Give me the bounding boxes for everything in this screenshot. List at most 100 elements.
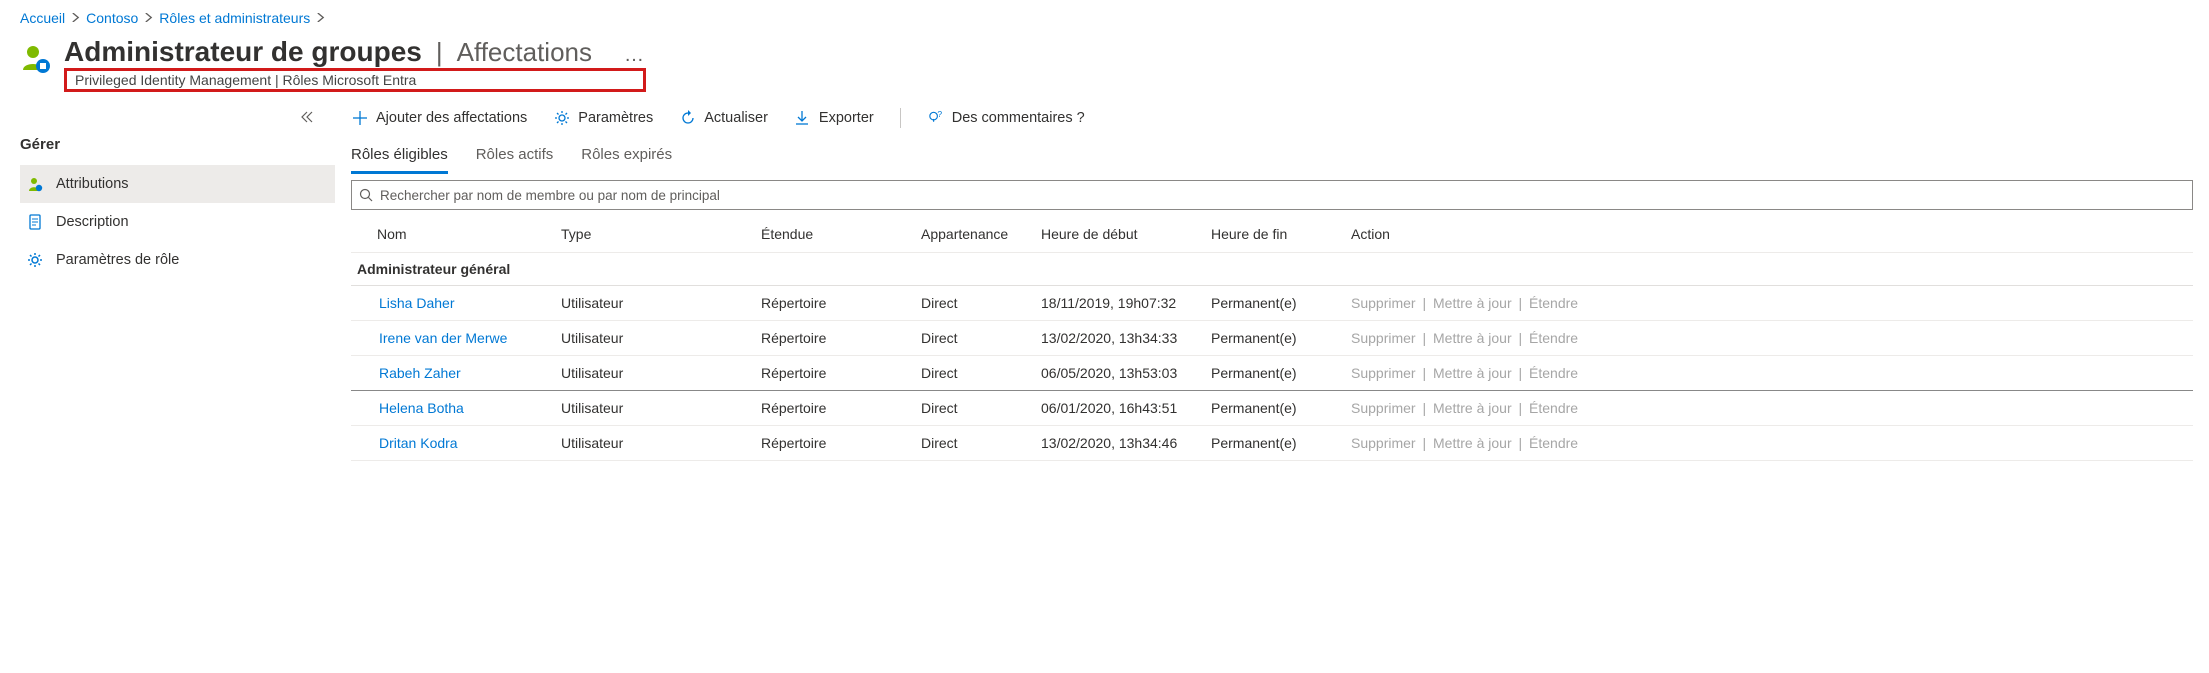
- toolbar-label: Actualiser: [704, 110, 768, 126]
- separator: |: [1512, 435, 1529, 451]
- group-label: Administrateur général: [351, 253, 2193, 286]
- toolbar-label: Paramètres: [578, 110, 653, 126]
- toolbar-label: Des commentaires ?: [952, 110, 1085, 126]
- add-assignments-button[interactable]: Ajouter des affectations: [351, 110, 527, 127]
- separator: |: [1416, 295, 1433, 311]
- cell-start: 18/11/2019, 19h07:32: [1031, 286, 1201, 321]
- cell-type: Utilisateur: [551, 426, 751, 461]
- document-icon: [26, 213, 44, 231]
- toolbar-label: Exporter: [819, 110, 874, 126]
- cell-actions: Supprimer | Mettre à jour | Étendre: [1341, 391, 2193, 426]
- sidebar-item-assignments[interactable]: Attributions: [20, 165, 335, 203]
- member-link[interactable]: Irene van der Merwe: [379, 330, 507, 346]
- page-header: Administrateur de groupes | Affectations…: [0, 32, 2209, 92]
- table-row[interactable]: Lisha Daher UtilisateurRépertoireDirect18…: [351, 286, 2193, 321]
- cell-end: Permanent(e): [1201, 321, 1341, 356]
- action-update[interactable]: Mettre à jour: [1433, 400, 1512, 416]
- column-header-end[interactable]: Heure de fin: [1201, 216, 1341, 253]
- chevron-right-icon: [316, 11, 325, 25]
- cell-scope: Répertoire: [751, 286, 911, 321]
- export-button[interactable]: Exporter: [794, 110, 874, 127]
- table-row[interactable]: Dritan KodraUtilisateurRépertoireDirect1…: [351, 426, 2193, 461]
- cell-membership: Direct: [911, 286, 1031, 321]
- chevron-right-icon: [144, 11, 153, 25]
- gear-icon: [26, 251, 44, 269]
- separator: |: [1512, 330, 1529, 346]
- search-box[interactable]: [351, 180, 2193, 210]
- feedback-button[interactable]: ? Des commentaires ?: [927, 110, 1085, 127]
- column-header-membership[interactable]: Appartenance: [911, 216, 1031, 253]
- tab-strip: Rôles éligibles Rôles actifs Rôles expir…: [351, 140, 2193, 174]
- cell-end: Permanent(e): [1201, 391, 1341, 426]
- column-header-type[interactable]: Type: [551, 216, 751, 253]
- action-update[interactable]: Mettre à jour: [1433, 295, 1512, 311]
- separator: |: [1416, 435, 1433, 451]
- settings-button[interactable]: Paramètres: [553, 110, 653, 127]
- cell-name: Dritan Kodra: [351, 426, 551, 461]
- cell-scope: Répertoire: [751, 391, 911, 426]
- column-header-action[interactable]: Action: [1341, 216, 2193, 253]
- tab-expired-roles[interactable]: Rôles expirés: [581, 140, 672, 174]
- action-extend[interactable]: Étendre: [1529, 400, 1578, 416]
- refresh-button[interactable]: Actualiser: [679, 110, 768, 127]
- cell-actions: Supprimer | Mettre à jour | Étendre: [1341, 426, 2193, 461]
- action-remove[interactable]: Supprimer: [1351, 365, 1416, 381]
- action-extend[interactable]: Étendre: [1529, 435, 1578, 451]
- separator: |: [1512, 295, 1529, 311]
- cell-membership: Direct: [911, 391, 1031, 426]
- sidebar-item-label: Attributions: [56, 176, 129, 192]
- table-row[interactable]: Irene van der MerweUtilisateurRépertoire…: [351, 321, 2193, 356]
- table-row[interactable]: Rabeh ZaherUtilisateurRépertoireDirect06…: [351, 356, 2193, 391]
- action-extend[interactable]: Étendre: [1529, 330, 1578, 346]
- member-link[interactable]: Rabeh Zaher: [379, 365, 461, 381]
- action-remove[interactable]: Supprimer: [1351, 435, 1416, 451]
- cell-scope: Répertoire: [751, 356, 911, 391]
- cell-type: Utilisateur: [551, 391, 751, 426]
- cell-membership: Direct: [911, 321, 1031, 356]
- search-icon: [358, 187, 374, 203]
- breadcrumb-item-tenant[interactable]: Contoso: [86, 10, 138, 26]
- action-remove[interactable]: Supprimer: [1351, 295, 1416, 311]
- cell-start: 06/01/2020, 16h43:51: [1031, 391, 1201, 426]
- cell-actions: Supprimer | Mettre à jour | Étendre: [1341, 286, 2193, 321]
- action-extend[interactable]: Étendre: [1529, 365, 1578, 381]
- assignments-table: Nom Type Étendue Appartenance Heure de d…: [351, 216, 2193, 461]
- gear-icon: [553, 110, 570, 127]
- separator: |: [1416, 400, 1433, 416]
- breadcrumb-item-home[interactable]: Accueil: [20, 10, 65, 26]
- action-update[interactable]: Mettre à jour: [1433, 330, 1512, 346]
- member-link[interactable]: Dritan Kodra: [379, 435, 458, 451]
- action-extend[interactable]: Étendre: [1529, 295, 1578, 311]
- column-header-name[interactable]: Nom: [351, 216, 551, 253]
- main-content: Ajouter des affectations Paramètres Actu…: [335, 92, 2209, 461]
- action-update[interactable]: Mettre à jour: [1433, 435, 1512, 451]
- member-link[interactable]: Lisha Daher: [379, 295, 455, 311]
- cell-end: Permanent(e): [1201, 356, 1341, 391]
- breadcrumb-item-roles[interactable]: Rôles et administrateurs: [159, 10, 310, 26]
- action-update[interactable]: Mettre à jour: [1433, 365, 1512, 381]
- search-input[interactable]: [380, 188, 2186, 203]
- table-row[interactable]: Helena Botha UtilisateurRépertoireDirect0…: [351, 391, 2193, 426]
- refresh-icon: [679, 110, 696, 127]
- cell-name: Rabeh Zaher: [351, 356, 551, 391]
- sidebar-item-description[interactable]: Description: [20, 203, 335, 241]
- page-title: Administrateur de groupes: [64, 36, 422, 68]
- cell-actions: Supprimer | Mettre à jour | Étendre: [1341, 356, 2193, 391]
- column-header-start[interactable]: Heure de début: [1031, 216, 1201, 253]
- role-user-icon: [20, 42, 52, 74]
- member-link[interactable]: Helena Botha: [379, 400, 464, 416]
- action-remove[interactable]: Supprimer: [1351, 330, 1416, 346]
- tab-active-roles[interactable]: Rôles actifs: [476, 140, 554, 174]
- column-header-scope[interactable]: Étendue: [751, 216, 911, 253]
- toolbar-separator: [900, 108, 901, 128]
- feedback-icon: ?: [927, 110, 944, 127]
- context-bar-highlighted: Privileged Identity Management | Rôles M…: [64, 68, 646, 92]
- cell-name: Lisha Daher: [351, 286, 551, 321]
- more-icon[interactable]: …: [606, 44, 646, 67]
- tab-eligible-roles[interactable]: Rôles éligibles: [351, 140, 448, 174]
- sidebar-item-role-settings[interactable]: Paramètres de rôle: [20, 241, 335, 279]
- cell-type: Utilisateur: [551, 286, 751, 321]
- action-remove[interactable]: Supprimer: [1351, 400, 1416, 416]
- collapse-sidebar-button[interactable]: [20, 110, 335, 126]
- sidebar-item-label: Description: [56, 214, 129, 230]
